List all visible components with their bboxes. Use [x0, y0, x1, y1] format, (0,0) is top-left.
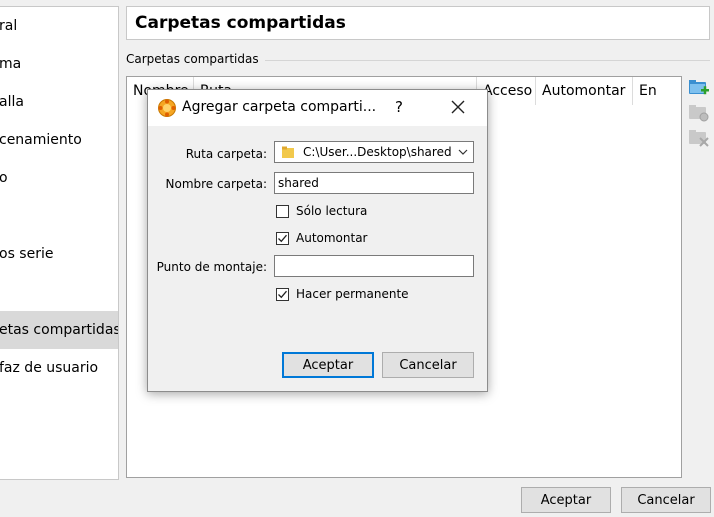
- automount-label: Automontar: [296, 231, 368, 245]
- virtualbox-icon: [158, 99, 176, 117]
- name-label: Nombre carpeta:: [165, 177, 267, 191]
- sidebar-item-audio[interactable]: o: [0, 159, 118, 197]
- path-value: C:\User...Desktop\shared: [303, 145, 452, 159]
- sidebar-item-label: etas compartidas: [0, 322, 119, 338]
- check-icon: [278, 234, 287, 243]
- automount-checkbox[interactable]: [276, 232, 289, 245]
- chevron-down-icon: [458, 149, 468, 155]
- sidebar-item-user-interface[interactable]: faz de usuario: [0, 349, 118, 387]
- sidebar-item-usb[interactable]: [0, 273, 118, 311]
- close-icon[interactable]: [448, 97, 468, 117]
- readonly-label: Sólo lectura: [296, 204, 368, 218]
- ok-button[interactable]: Aceptar: [521, 487, 611, 513]
- sidebar-item-label: o: [0, 170, 8, 186]
- path-label: Ruta carpeta:: [185, 147, 267, 161]
- sidebar-item-display[interactable]: alla: [0, 83, 118, 121]
- sidebar-item-label: cenamiento: [0, 132, 82, 148]
- column-header-at[interactable]: En: [633, 77, 681, 105]
- folder-name-input[interactable]: shared: [274, 172, 474, 194]
- sidebar-item-label: os serie: [0, 246, 54, 262]
- dialog-title: Agregar carpeta comparti...: [182, 99, 377, 115]
- readonly-checkbox[interactable]: [276, 205, 289, 218]
- permanent-checkbox[interactable]: [276, 288, 289, 301]
- help-button[interactable]: ?: [395, 98, 403, 116]
- sidebar-item-serial-ports[interactable]: os serie: [0, 235, 118, 273]
- dialog-cancel-button[interactable]: Cancelar: [382, 352, 474, 378]
- check-icon: [278, 290, 287, 299]
- sidebar-item-network[interactable]: [0, 197, 118, 235]
- path-combobox[interactable]: C:\User...Desktop\shared: [274, 141, 474, 163]
- dialog-ok-button[interactable]: Aceptar: [282, 352, 374, 378]
- add-folder-icon[interactable]: [688, 78, 710, 98]
- sidebar-item-label: faz de usuario: [0, 360, 99, 376]
- mountpoint-input[interactable]: [274, 255, 474, 277]
- settings-sidebar: ral ma alla cenamiento o os serie etas c…: [0, 6, 119, 480]
- sidebar-item-label: ral: [0, 18, 18, 34]
- sidebar-item-shared-folders[interactable]: etas compartidas: [0, 311, 118, 349]
- permanent-label: Hacer permanente: [296, 287, 409, 301]
- remove-folder-icon[interactable]: [688, 128, 710, 148]
- sidebar-item-label: alla: [0, 94, 24, 110]
- column-header-automount[interactable]: Automontar: [536, 77, 633, 105]
- page-title: Carpetas compartidas: [126, 6, 710, 40]
- sidebar-item-storage[interactable]: cenamiento: [0, 121, 118, 159]
- sidebar-item-system[interactable]: ma: [0, 45, 118, 83]
- mountpoint-label: Punto de montaje:: [156, 260, 267, 274]
- cancel-button[interactable]: Cancelar: [621, 487, 711, 513]
- sidebar-item-label: ma: [0, 56, 22, 72]
- edit-folder-icon[interactable]: [688, 103, 710, 123]
- add-shared-folder-dialog: Agregar carpeta comparti... ? Ruta carpe…: [147, 89, 488, 392]
- folder-icon: [282, 146, 294, 158]
- sidebar-item-general[interactable]: ral: [0, 7, 118, 45]
- group-label: Carpetas compartidas: [126, 52, 265, 66]
